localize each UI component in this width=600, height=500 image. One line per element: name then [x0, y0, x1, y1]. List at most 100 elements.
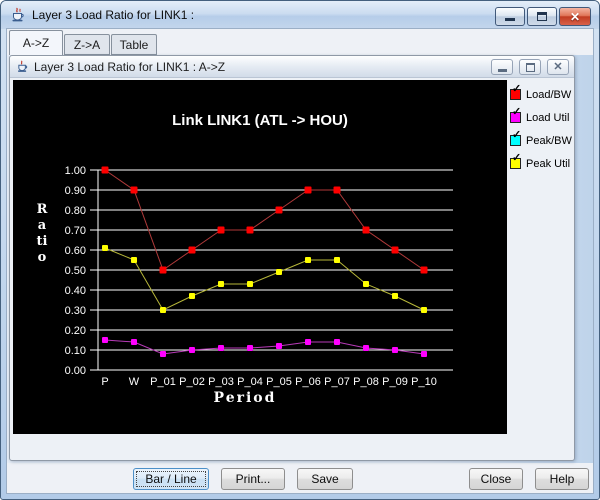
data-point-peak-util: [247, 281, 253, 287]
y-tick-label: 0.60: [65, 245, 86, 257]
data-point-peak-util: [421, 307, 427, 313]
data-point-load-bw: [159, 266, 167, 274]
data-point-load-bw: [130, 186, 138, 194]
tab-label: A->Z: [22, 36, 50, 50]
data-point-load-util: [102, 337, 108, 343]
maximize-icon: [525, 62, 535, 72]
y-tick-label: 0.10: [65, 345, 86, 357]
data-point-load-util: [160, 351, 166, 357]
chart-panel: 0.00 0.10 0.20 0.30 0.40 0.50 0.60 0.70 0.80 0.90…: [13, 80, 507, 434]
x-tick-label: P: [101, 376, 108, 388]
legend-item-load-bw[interactable]: ✓ Load/BW: [510, 83, 576, 101]
x-tick-label: P_03: [208, 376, 234, 388]
tab-label: Z->A: [73, 37, 101, 52]
legend-item-peak-util[interactable]: ✓ Peak Util: [510, 152, 576, 170]
data-point-load-bw: [217, 226, 225, 234]
legend-item-load-util[interactable]: ✓ Load Util: [510, 106, 576, 124]
internal-frame: Layer 3 Load Ratio for LINK1 : A->Z ✕ 0.…: [9, 55, 575, 461]
window-content: A->Z Z->A Table Layer 3 Load Ratio for LIN…: [7, 29, 593, 493]
legend-label: Peak Util: [526, 157, 571, 170]
check-icon: ✓: [512, 106, 522, 118]
internal-frame-titlebar[interactable]: Layer 3 Load Ratio for LINK1 : A->Z ✕: [10, 56, 574, 78]
y-tick-label: 0.40: [65, 285, 86, 297]
x-tick-label: P_04: [237, 376, 263, 388]
y-tick-label: 0.30: [65, 305, 86, 317]
x-axis-label: Period: [213, 390, 277, 406]
close-button[interactable]: ✕: [559, 7, 591, 26]
x-tick-label: P_10: [411, 376, 437, 388]
x-tick-label: P_08: [353, 376, 379, 388]
minimize-icon: [497, 68, 507, 72]
maximize-icon: [537, 12, 547, 21]
chart-plot: 0.00 0.10 0.20 0.30 0.40 0.50 0.60 0.70 0.80 0.90…: [65, 165, 453, 388]
desktop-pane: Layer 3 Load Ratio for LINK1 : A->Z ✕ 0.…: [7, 55, 593, 463]
check-icon: ✓: [512, 129, 522, 141]
java-icon: [16, 60, 29, 73]
data-point-peak-util: [102, 245, 108, 251]
data-point-load-util: [247, 345, 253, 351]
data-point-load-util: [421, 351, 427, 357]
help-button[interactable]: Help: [535, 468, 589, 490]
maximize-button[interactable]: [527, 7, 557, 26]
data-point-load-bw: [333, 186, 341, 194]
tab-bar: A->Z Z->A Table: [7, 29, 593, 55]
minimize-icon: [505, 18, 515, 21]
y-tick-label: 0.20: [65, 325, 86, 337]
window-title: Layer 3 Load Ratio for LINK1 :: [32, 8, 195, 22]
data-point-load-bw: [391, 246, 399, 254]
minimize-button[interactable]: [495, 7, 525, 26]
data-point-load-bw: [246, 226, 254, 234]
frame-minimize-button[interactable]: [491, 59, 513, 75]
close-dialog-button[interactable]: Close: [469, 468, 523, 490]
close-icon: ✕: [569, 9, 581, 24]
chart-legend: ✓ Load/BW ✓ Load Util ✓ Peak/BW ✓ Peak Util: [510, 83, 576, 170]
data-point-load-util: [131, 339, 137, 345]
internal-frame-controls: ✕: [491, 59, 569, 75]
app-window: Layer 3 Load Ratio for LINK1 : ✕ A->Z Z->…: [0, 0, 600, 500]
data-point-load-util: [276, 343, 282, 349]
java-icon: [10, 7, 26, 23]
y-tick-label: 0.50: [65, 265, 86, 277]
print-button[interactable]: Print...: [221, 468, 285, 490]
tab-z-a[interactable]: Z->A: [64, 34, 110, 55]
data-point-load-bw: [188, 246, 196, 254]
internal-frame-body: 0.00 0.10 0.20 0.30 0.40 0.50 0.60 0.70 0.80 0.90…: [11, 79, 573, 459]
y-tick-label: 0.70: [65, 225, 86, 237]
y-tick-label: 0.00: [65, 365, 86, 377]
window-titlebar[interactable]: Layer 3 Load Ratio for LINK1 : ✕: [1, 1, 599, 29]
save-button[interactable]: Save: [297, 468, 353, 490]
chart-title: Link LINK1 (ATL -> HOU): [172, 112, 348, 129]
data-point-peak-util: [189, 293, 195, 299]
data-point-peak-util: [363, 281, 369, 287]
data-point-load-util: [218, 345, 224, 351]
data-point-peak-util: [218, 281, 224, 287]
bar-line-button[interactable]: Bar / Line: [133, 468, 209, 490]
y-tick-label: 0.80: [65, 205, 86, 217]
button-bar: Bar / Line Print... Save Close Help: [7, 463, 593, 495]
legend-swatch: ✓: [510, 83, 521, 100]
x-tick-label: P_02: [179, 376, 205, 388]
series-line-peak-util: [104, 247, 425, 311]
data-point-peak-util: [305, 257, 311, 263]
x-tick-label: P_06: [295, 376, 321, 388]
tab-table[interactable]: Table: [111, 34, 157, 55]
check-icon: ✓: [512, 152, 522, 164]
data-point-load-util: [189, 347, 195, 353]
frame-maximize-button[interactable]: [519, 59, 541, 75]
y-axis-label: Ratio: [36, 202, 48, 265]
data-point-load-bw: [304, 186, 312, 194]
y-tick-label: 0.90: [65, 185, 86, 197]
legend-swatch: ✓: [510, 129, 521, 146]
y-tick-label: 1.00: [65, 165, 86, 177]
legend-label: Peak/BW: [526, 134, 572, 147]
tab-a-z[interactable]: A->Z: [9, 30, 63, 55]
frame-close-button[interactable]: ✕: [547, 59, 569, 75]
data-point-peak-util: [334, 257, 340, 263]
data-point-load-util: [392, 347, 398, 353]
data-point-load-bw: [275, 206, 283, 214]
series-line-load-util: [104, 339, 425, 355]
legend-item-peak-bw[interactable]: ✓ Peak/BW: [510, 129, 576, 147]
x-tick-label: P_01: [150, 376, 176, 388]
data-point-load-bw: [101, 166, 109, 174]
check-icon: ✓: [512, 83, 522, 95]
